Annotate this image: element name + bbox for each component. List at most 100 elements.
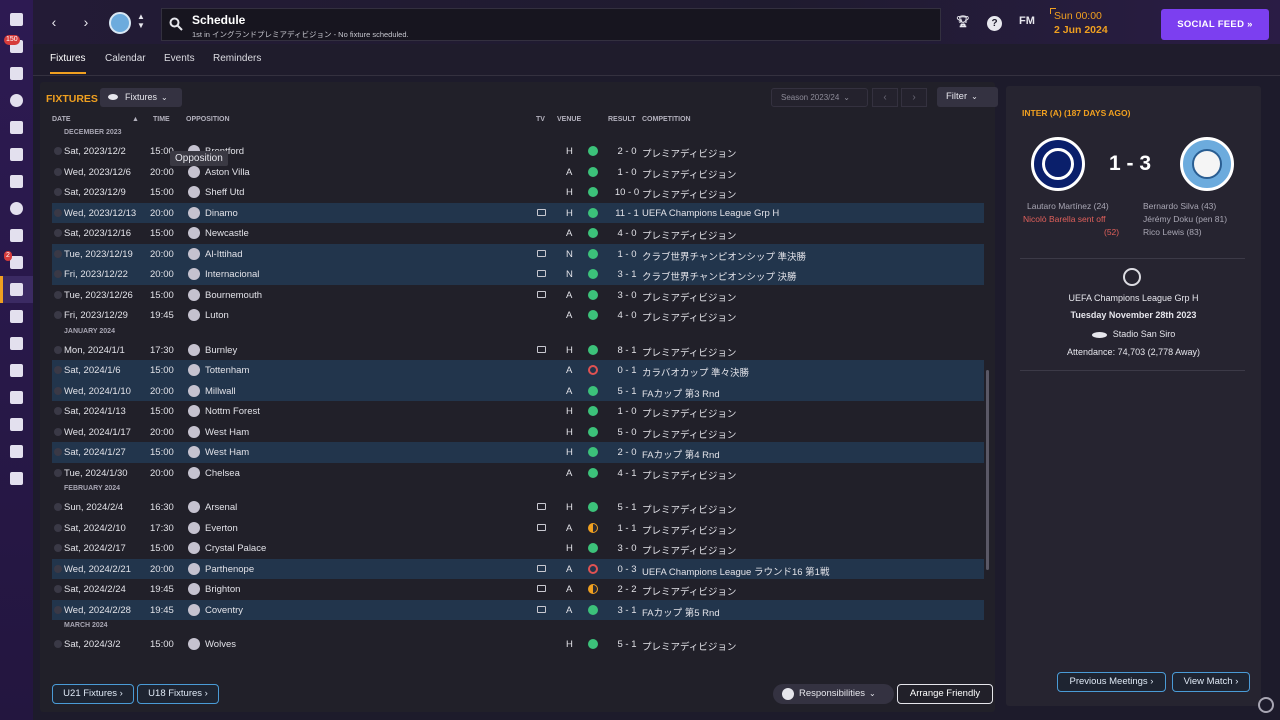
social-feed-button[interactable]: SOCIAL FEED »: [1161, 9, 1269, 40]
fixture-competition[interactable]: プレミアディビジョン: [642, 523, 736, 537]
tab-fixtures[interactable]: Fixtures: [50, 53, 86, 74]
trophy-icon[interactable]: 🏆︎: [956, 15, 970, 28]
col-tv[interactable]: TV: [536, 116, 545, 123]
forward-arrow-icon[interactable]: ›: [77, 13, 95, 31]
row-select-icon[interactable]: [54, 167, 62, 176]
fixture-row[interactable]: Tue, 2024/1/30 20:00 Chelsea A 4 - 1 プレミアディビジ…: [52, 463, 984, 484]
u21-fixtures-button[interactable]: U21 Fixtures ›: [52, 684, 134, 704]
fixture-competition[interactable]: プレミアディビジョン: [642, 187, 736, 201]
sidebar-item-dynamics[interactable]: [0, 87, 33, 114]
fixture-result[interactable]: 1 - 0: [612, 167, 642, 178]
fixture-row[interactable]: Sat, 2023/12/9 15:00 Sheff Utd H 10 - 0 プレミアデ…: [52, 182, 984, 203]
fixture-row[interactable]: Sat, 2024/1/6 15:00 Tottenham A 0 - 1 カラバオカップ…: [52, 360, 984, 381]
table-scrollbar[interactable]: [986, 370, 989, 570]
arrange-friendly-button[interactable]: Arrange Friendly: [897, 684, 993, 704]
fixture-opposition[interactable]: Tottenham: [205, 365, 249, 376]
fixture-row[interactable]: Fri, 2023/12/22 20:00 Internacional N 3 - 1ク…: [52, 264, 984, 285]
fixture-competition[interactable]: UEFA Champions League ラウンド16 第1戦: [642, 564, 829, 578]
search-bar[interactable]: Schedule 1st in イングランドプレミアディビジョン - No fi…: [161, 8, 941, 41]
fixture-result[interactable]: 5 - 1: [612, 639, 642, 650]
fixture-opposition[interactable]: Luton: [205, 310, 229, 321]
fixture-row[interactable]: Wed, 2024/2/28 19:45 Coventry A 3 - 1 FAカップ 第…: [52, 599, 984, 620]
fm-menu-button[interactable]: FM: [1019, 15, 1035, 27]
fixture-result[interactable]: 1 - 0: [612, 249, 642, 260]
fixture-opposition[interactable]: Chelsea: [205, 468, 240, 479]
fixture-competition[interactable]: プレミアディビジョン: [642, 345, 736, 359]
row-select-icon[interactable]: [54, 386, 62, 395]
fixture-competition[interactable]: プレミアディビジョン: [642, 406, 736, 420]
row-select-icon[interactable]: [54, 503, 62, 511]
fixture-competition[interactable]: UEFA Champions League Grp H: [642, 208, 779, 219]
fixture-row[interactable]: Wed, 2024/1/10 20:00 Millwall A 5 - 1 FAカップ 第…: [52, 380, 984, 401]
fixture-opposition[interactable]: Aston Villa: [205, 167, 250, 178]
next-season-button[interactable]: ›: [901, 88, 927, 107]
club-switch-chevrons-icon[interactable]: ▲ ▼: [137, 12, 145, 30]
fixture-row[interactable]: Sat, 2024/1/13 15:00 Nottm Forest H 1 - 0 プレミ…: [52, 401, 984, 422]
row-select-icon[interactable]: [54, 366, 62, 374]
sidebar-item-medical[interactable]: [0, 222, 33, 249]
fixture-result[interactable]: 5 - 1: [612, 386, 642, 397]
view-match-button[interactable]: View Match ›: [1172, 672, 1250, 692]
row-select-icon[interactable]: [54, 605, 62, 614]
fixture-opposition[interactable]: Dinamo: [205, 208, 238, 219]
row-select-icon[interactable]: [54, 564, 62, 573]
fixture-opposition[interactable]: Millwall: [205, 386, 236, 397]
fixture-opposition[interactable]: Coventry: [205, 605, 243, 616]
sidebar-item-training[interactable]: [0, 195, 33, 222]
fixture-row[interactable]: Mon, 2024/1/1 17:30 Burnley H 8 - 1 プレミアディビジョ…: [52, 340, 984, 361]
row-select-icon[interactable]: [54, 249, 62, 258]
responsibilities-button[interactable]: Responsibilities ⌄: [773, 684, 894, 704]
fixture-result[interactable]: 11 - 1: [612, 208, 642, 219]
tab-calendar[interactable]: Calendar: [105, 53, 146, 72]
row-select-icon[interactable]: [54, 427, 62, 436]
fixture-competition[interactable]: プレミアディビジョン: [642, 167, 736, 181]
fixture-competition[interactable]: カラバオカップ 準々決勝: [642, 365, 749, 379]
col-competition[interactable]: COMPETITION: [642, 116, 691, 123]
row-select-icon[interactable]: [54, 270, 62, 278]
fixture-row[interactable]: Tue, 2023/12/26 15:00 Bournemouth A 3 - 0 プレミ…: [52, 285, 984, 306]
fixture-row[interactable]: Sat, 2024/2/24 19:45 Brighton A 2 - 2 プレミアディビ…: [52, 579, 984, 600]
fixture-competition[interactable]: プレミアディビジョン: [642, 543, 736, 557]
sidebar-item-schedule[interactable]: [0, 276, 33, 303]
fixture-competition[interactable]: プレミアディビジョン: [642, 310, 736, 324]
fixture-result[interactable]: 1 - 0: [612, 406, 642, 417]
col-time[interactable]: TIME: [153, 116, 170, 123]
fixture-row[interactable]: Sat, 2023/12/16 15:00 Newcastle A 4 - 0 プレミアデ…: [52, 223, 984, 244]
row-select-icon[interactable]: [54, 345, 62, 354]
sidebar-item-analysis[interactable]: [0, 465, 33, 492]
fixture-result[interactable]: 4 - 0: [612, 228, 642, 239]
row-select-icon[interactable]: [54, 544, 62, 552]
fixture-competition[interactable]: クラブ世界チャンピオンシップ 準決勝: [642, 249, 806, 263]
fixture-opposition[interactable]: Al-Ittihad: [205, 249, 243, 260]
prev-season-button[interactable]: ‹: [872, 88, 898, 107]
sidebar-item-scouting[interactable]: [0, 330, 33, 357]
col-result[interactable]: RESULT: [608, 116, 635, 123]
row-select-icon[interactable]: [54, 585, 62, 593]
fixture-row[interactable]: Sun, 2024/2/4 16:30 Arsenal H 5 - 1 プレミアディビジョ…: [52, 497, 984, 518]
fixture-opposition[interactable]: Bournemouth: [205, 290, 262, 301]
sidebar-item-finances[interactable]: [0, 411, 33, 438]
fixture-competition[interactable]: プレミアディビジョン: [642, 290, 736, 304]
fixture-result[interactable]: 8 - 1: [612, 345, 642, 356]
fixture-result[interactable]: 4 - 1: [612, 468, 642, 479]
fixture-result[interactable]: 0 - 3: [612, 564, 642, 575]
row-select-icon[interactable]: [54, 448, 62, 456]
col-date[interactable]: DATE: [52, 116, 71, 123]
fixture-opposition[interactable]: Parthenope: [205, 564, 254, 575]
sidebar-item-squad[interactable]: [0, 60, 33, 87]
fixture-competition[interactable]: プレミアディビジョン: [642, 228, 736, 242]
fixture-competition[interactable]: FAカップ 第5 Rnd: [642, 605, 720, 619]
sidebar-item-home[interactable]: [0, 6, 33, 33]
sidebar-item-matchday[interactable]: [0, 438, 33, 465]
fixture-result[interactable]: 4 - 0: [612, 310, 642, 321]
fixture-competition[interactable]: クラブ世界チャンピオンシップ 決勝: [642, 269, 797, 283]
fixture-competition[interactable]: プレミアディビジョン: [642, 502, 736, 516]
sidebar-item-tactics[interactable]: [0, 114, 33, 141]
sidebar-item-club-info[interactable]: [0, 384, 33, 411]
back-arrow-icon[interactable]: ‹: [45, 13, 63, 31]
row-select-icon[interactable]: [54, 147, 62, 155]
row-select-icon[interactable]: [54, 290, 62, 299]
game-date[interactable]: Sun 00:00 2 Jun 2024: [1054, 10, 1108, 36]
fixture-competition[interactable]: プレミアディビジョン: [642, 146, 736, 160]
sidebar-item-inbox[interactable]: 150: [0, 33, 33, 60]
